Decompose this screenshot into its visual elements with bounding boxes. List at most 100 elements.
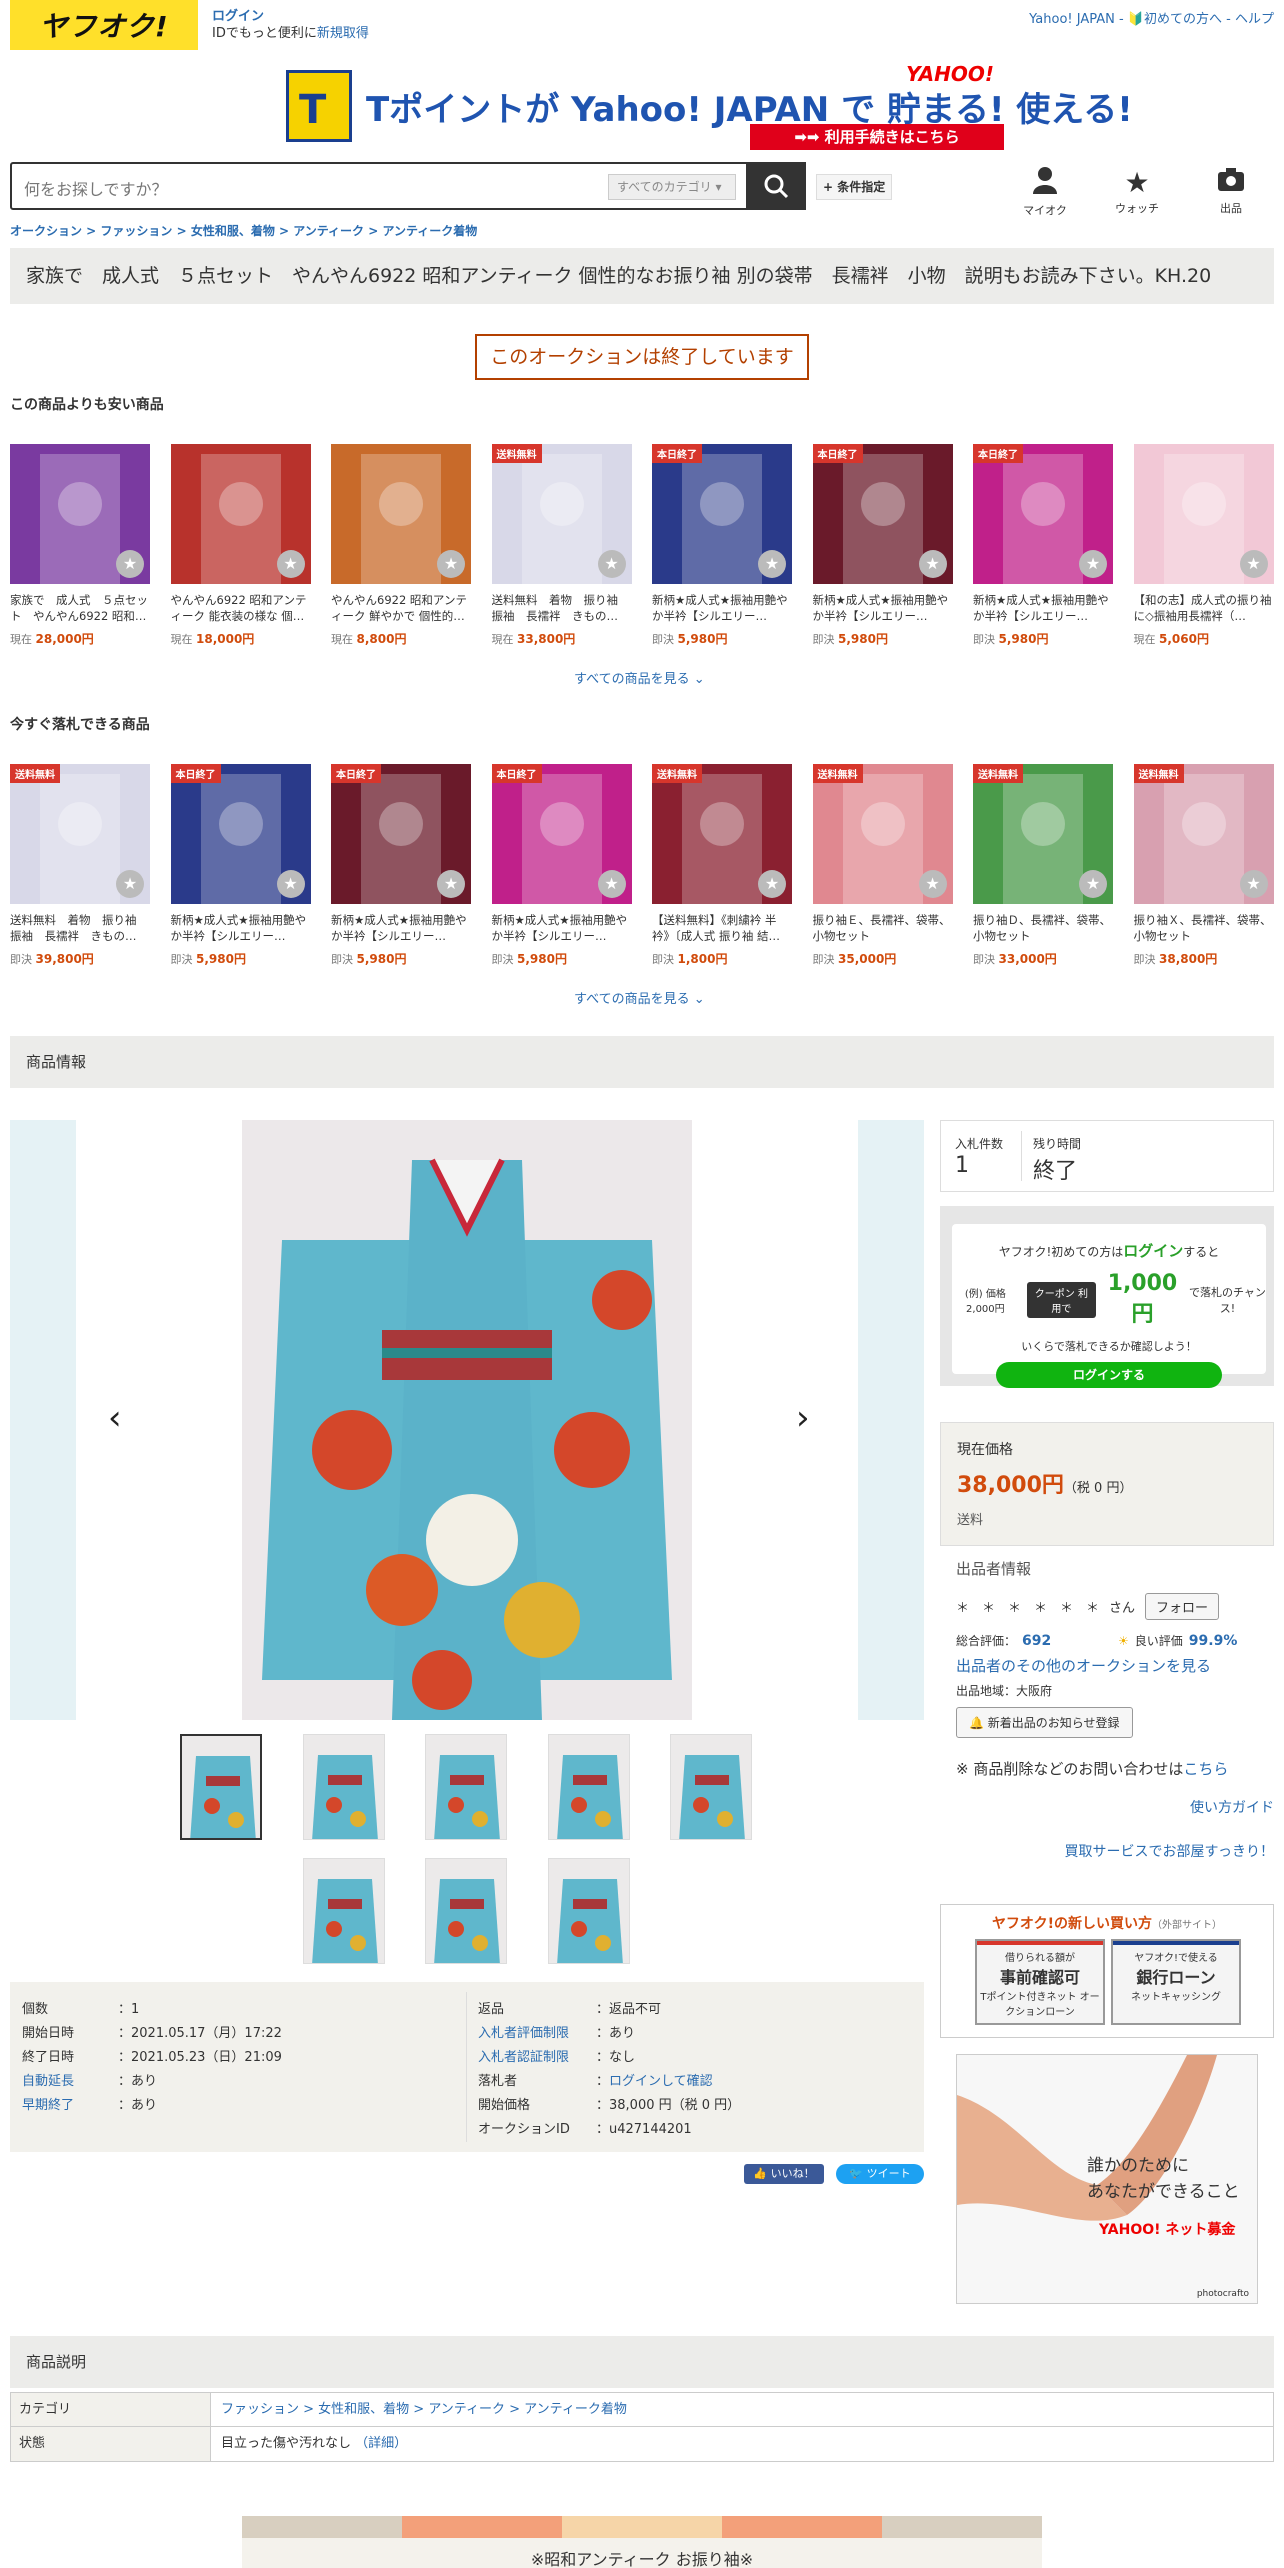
detail-row[interactable]: 落札者 ：ログインして確認 [478, 2070, 713, 2089]
follow-button[interactable]: フォロー [1145, 1593, 1220, 1620]
product-card[interactable]: ★ やんやん6922 昭和アンティーク 能衣装の様な 個… 現在 18,000円 [170, 444, 311, 647]
watch-star-icon[interactable]: ★ [116, 870, 144, 898]
see-all-buynow[interactable]: すべての商品を見る ⌄ [574, 988, 705, 1007]
loan-precheck-button[interactable]: 借りられる額が 事前確認可 Tポイント付きネット オークションローン [975, 1939, 1105, 2025]
watch-star-icon[interactable]: ★ [1079, 870, 1107, 898]
image-thumbnail[interactable] [548, 1858, 630, 1964]
detail-row[interactable]: 早期終了 ：あり [22, 2094, 157, 2113]
watch-star-icon[interactable]: ★ [1079, 550, 1107, 578]
prev-arrow-icon[interactable]: ‹ [108, 1398, 122, 1438]
product-card[interactable]: 本日終了 ★ 新柄★成人式★振袖用艶やか半衿【シルエリー… 即決 5,980円 [652, 444, 792, 647]
watch-star-icon[interactable]: ★ [918, 870, 947, 898]
product-card[interactable]: ★ やんやん6922 昭和アンティーク 鮮やかで 個性的… 現在 8,800円 [331, 444, 471, 647]
product-thumbnail[interactable]: 本日終了 ★ [652, 444, 792, 584]
product-thumbnail[interactable]: ★ [170, 444, 311, 584]
seller-other-auctions[interactable]: 出品者のその他のオークションを見る [956, 1655, 1274, 1676]
product-card[interactable]: ★ 【和の志】成人式の振り袖に◇振袖用長襦袢（… 現在 5,060円 [1133, 444, 1274, 647]
product-card[interactable]: 送料無料 ★ 振り袖Ｘ、長襦袢、袋帯、小物セット 即決 38,800円 [1133, 764, 1274, 967]
product-name[interactable]: 振り袖Ｄ、長襦袢、袋帯、小物セット [973, 912, 1113, 944]
detail-row[interactable]: 入札者評価制限 ：あり [478, 2022, 635, 2041]
next-image-peek[interactable] [858, 1120, 924, 1720]
product-name[interactable]: やんやん6922 昭和アンティーク 能衣装の様な 個… [171, 592, 311, 624]
myauction-button[interactable]: マイオク [1010, 166, 1080, 218]
product-card[interactable]: 本日終了 ★ 新柄★成人式★振袖用艶やか半衿【シルエリー… 即決 5,980円 [170, 764, 311, 967]
next-arrow-icon[interactable]: › [796, 1398, 810, 1438]
product-name[interactable]: 新柄★成人式★振袖用艶やか半衿【シルエリー… [652, 592, 792, 624]
product-thumbnail[interactable]: 本日終了 ★ [812, 444, 953, 584]
product-name[interactable]: 新柄★成人式★振袖用艶やか半衿【シルエリー… [973, 592, 1113, 624]
product-thumbnail[interactable]: 送料無料 ★ [652, 764, 792, 904]
watch-button[interactable]: ★ ウォッチ [1102, 166, 1172, 216]
product-name[interactable]: 新柄★成人式★振袖用艶やか半衿【シルエリー… [813, 592, 953, 624]
sell-button[interactable]: 出品 [1196, 166, 1266, 216]
product-card[interactable]: 送料無料 ★ 振り袖Ｅ、長襦袢、袋帯、小物セット 即決 35,000円 [812, 764, 953, 967]
product-card[interactable]: 送料無料 ★ 【送料無料】《刺繍衿 半衿》〔成人式 振り袖 結… 即決 1,800円 [652, 764, 792, 967]
image-thumbnail[interactable] [180, 1734, 262, 1840]
search-input[interactable]: 何をお探しですか？ [24, 176, 168, 200]
product-thumbnail[interactable]: 送料無料 ★ [973, 764, 1113, 904]
watch-star-icon[interactable]: ★ [276, 870, 305, 898]
product-name[interactable]: 送料無料 着物 振り袖 振袖 長襦袢 きもの… [10, 912, 150, 944]
banner-button[interactable]: ➡➡ 利用手続きはこちら [750, 124, 1004, 150]
product-name[interactable]: 送料無料 着物 振り袖 振袖 長襦袢 きもの… [492, 592, 632, 624]
watch-star-icon[interactable]: ★ [276, 550, 305, 578]
watch-star-icon[interactable]: ★ [597, 550, 626, 578]
product-name[interactable]: 振り袖Ｅ、長襦袢、袋帯、小物セット [813, 912, 953, 944]
like-button[interactable]: 👍 いいね！ [744, 2164, 824, 2184]
breadcrumb[interactable]: オークション > ファッション > 女性和服、着物 > アンティーク > アンテ… [10, 222, 477, 239]
product-name[interactable]: 新柄★成人式★振袖用艶やか半衿【シルエリー… [171, 912, 311, 944]
new-listing-notify-button[interactable]: 🔔 新着出品のお知らせ登録 [956, 1707, 1133, 1738]
detail-row[interactable]: 入札者認証制限 ：なし [478, 2046, 635, 2065]
search-box[interactable]: 何をお探しですか？ すべてのカテゴリ ▾ [10, 162, 806, 210]
yahuoku-logo[interactable]: ヤフオク! [10, 0, 198, 50]
rating-link[interactable]: 692 [1022, 1633, 1112, 1649]
login-link[interactable]: ログイン [212, 9, 264, 24]
product-thumbnail[interactable]: 送料無料 ★ [812, 764, 953, 904]
product-card[interactable]: 本日終了 ★ 新柄★成人式★振袖用艶やか半衿【シルエリー… 即決 5,980円 [812, 444, 953, 647]
product-thumbnail[interactable]: 送料無料 ★ [10, 764, 150, 904]
image-thumbnail[interactable] [303, 1734, 385, 1840]
promo-login-button[interactable]: ログインする [996, 1362, 1222, 1388]
product-name[interactable]: 新柄★成人式★振袖用艶やか半衿【シルエリー… [492, 912, 632, 944]
watch-star-icon[interactable]: ★ [437, 870, 465, 898]
product-thumbnail[interactable]: 本日終了 ★ [973, 444, 1113, 584]
support-link[interactable]: 買取サービスでお部屋すっきり！ [956, 1841, 1274, 1861]
watch-star-icon[interactable]: ★ [116, 550, 144, 578]
tpoint-banner[interactable]: T Tポイントが Yahoo! JAPAN で 貯まる! 使える! YAHOO!… [286, 62, 1133, 152]
product-name[interactable]: 新柄★成人式★振袖用艶やか半衿【シルエリー… [331, 912, 471, 944]
inquiry-link[interactable]: こちら [1183, 1760, 1228, 1778]
see-all-cheaper[interactable]: すべての商品を見る ⌄ [574, 668, 705, 687]
image-thumbnail[interactable] [425, 1734, 507, 1840]
bank-loan-button[interactable]: ヤフオク!で使える 銀行ローン ネットキャッシング [1111, 1939, 1241, 2025]
image-thumbnail[interactable] [548, 1734, 630, 1840]
product-thumbnail[interactable]: ★ [1133, 444, 1274, 584]
product-name[interactable]: 振り袖Ｘ、長襦袢、袋帯、小物セット [1134, 912, 1274, 944]
product-thumbnail[interactable]: 送料無料 ★ [491, 444, 632, 584]
image-thumbnail[interactable] [425, 1858, 507, 1964]
tweet-button[interactable]: 🐦 ツイート [836, 2164, 924, 2184]
image-thumbnail[interactable] [670, 1734, 752, 1840]
product-card[interactable]: 本日終了 ★ 新柄★成人式★振袖用艶やか半衿【シルエリー… 即決 5,980円 [973, 444, 1113, 647]
search-button[interactable] [746, 162, 806, 210]
image-thumbnail[interactable] [303, 1858, 385, 1964]
watch-star-icon[interactable]: ★ [758, 870, 786, 898]
category-select[interactable]: すべてのカテゴリ ▾ [608, 174, 736, 200]
product-name[interactable]: 【和の志】成人式の振り袖に◇振袖用長襦袢（… [1134, 592, 1274, 624]
product-name[interactable]: やんやん6922 昭和アンティーク 鮮やかで 個性的… [331, 592, 471, 624]
product-thumbnail[interactable]: 本日終了 ★ [331, 764, 471, 904]
guide-link[interactable]: 使い方ガイド [956, 1797, 1274, 1817]
product-card[interactable]: 送料無料 ★ 振り袖Ｄ、長襦袢、袋帯、小物セット 即決 33,000円 [973, 764, 1113, 967]
watch-star-icon[interactable]: ★ [1239, 870, 1268, 898]
product-name[interactable]: 【送料無料】《刺繍衿 半衿》〔成人式 振り袖 結… [652, 912, 792, 944]
product-thumbnail[interactable]: 本日終了 ★ [491, 764, 632, 904]
condition-button[interactable]: + 条件指定 [816, 174, 893, 200]
product-thumbnail[interactable]: 送料無料 ★ [1133, 764, 1274, 904]
detail-row[interactable]: 自動延長 ：あり [22, 2070, 157, 2089]
product-thumbnail[interactable]: 本日終了 ★ [170, 764, 311, 904]
product-name[interactable]: 家族で 成人式 ５点セット やんやん6922 昭和… [10, 592, 150, 624]
watch-star-icon[interactable]: ★ [758, 550, 786, 578]
condition-detail-link[interactable]: （詳細） [355, 2436, 407, 2451]
watch-star-icon[interactable]: ★ [437, 550, 465, 578]
category-path-link[interactable]: ファッション > 女性和服、着物 > アンティーク > アンティーク着物 [221, 2393, 627, 2427]
product-card[interactable]: 本日終了 ★ 新柄★成人式★振袖用艶やか半衿【シルエリー… 即決 5,980円 [491, 764, 632, 967]
